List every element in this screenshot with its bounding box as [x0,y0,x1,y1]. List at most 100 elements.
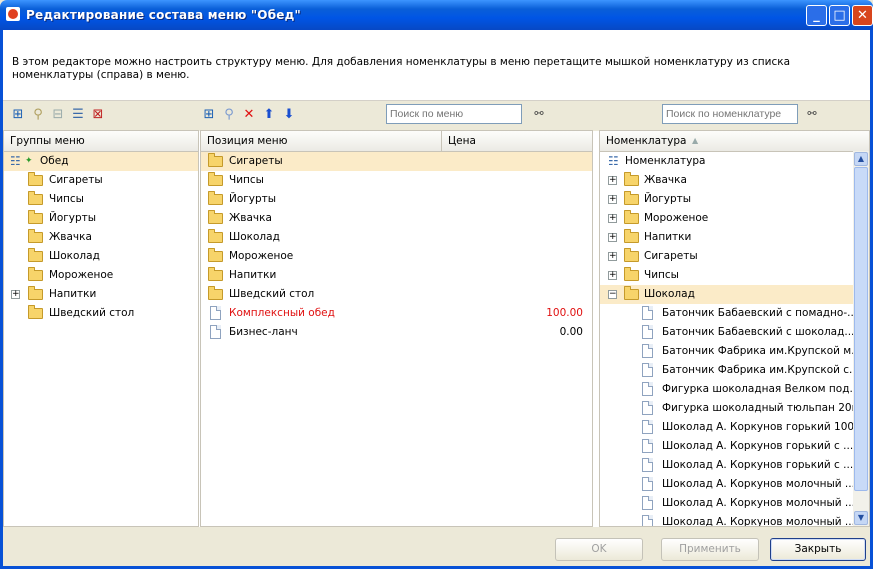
vertical-scrollbar[interactable]: ▲ ▼ [853,151,869,526]
document-icon [642,306,653,320]
group-item[interactable]: Шоколад [4,247,198,266]
folder-icon [208,248,223,262]
nomenclature-folder[interactable]: + Сигареты [600,247,869,266]
group-item[interactable]: Сигареты [4,171,198,190]
nomenclature-item[interactable]: Фигурка шоколадная Велком под... [600,380,869,399]
expand-icon[interactable]: + [608,233,617,242]
minimize-button[interactable]: _ [806,5,827,26]
find-icon[interactable]: ⚲ [30,107,46,123]
nomenclature-item[interactable]: Фигурка шоколадный тюльпан 20г [600,399,869,418]
add-icon: ✦ [25,156,33,166]
title-bar[interactable]: Редактирование состава меню "Обед" _ □ ✕ [0,0,873,30]
remove-group-icon[interactable]: ⊟ [50,107,66,123]
nomenclature-item[interactable]: Шоколад А. Коркунов молочный ... [600,513,869,526]
expand-icon[interactable]: + [608,214,617,223]
expand-icon[interactable]: + [608,195,617,204]
maximize-button[interactable]: □ [829,5,850,26]
folder-icon [28,191,43,205]
document-icon [210,306,221,320]
position-row[interactable]: Комплексный обед 100.00 [201,304,592,323]
nomenclature-item[interactable]: Шоколад А. Коркунов горький 100г [600,418,869,437]
add-position-icon[interactable]: ⊞ [201,107,217,123]
group-item[interactable]: Мороженое [4,266,198,285]
folder-icon [208,191,223,205]
position-label: Напитки [229,269,277,281]
nomenclature-folder[interactable]: + Жвачка [600,171,869,190]
folder-icon [28,267,43,281]
binoculars-icon[interactable]: ⚯ [804,106,820,122]
properties-icon[interactable]: ☰ [70,107,86,123]
menu-search-input[interactable] [386,104,522,124]
scroll-up-arrow-icon[interactable]: ▲ [854,152,868,166]
collapse-icon[interactable]: − [608,290,617,299]
position-price: 0.00 [559,326,583,338]
close-window-button[interactable]: ✕ [852,5,873,26]
document-icon [642,325,653,339]
apply-button[interactable]: Применить [661,538,759,561]
position-label: Чипсы [229,174,264,186]
group-item[interactable]: Чипсы [4,190,198,209]
position-row[interactable]: Чипсы [201,171,592,190]
position-row[interactable]: Шведский стол [201,285,592,304]
ok-button[interactable]: OK [555,538,643,561]
folder-icon [624,229,639,243]
group-item[interactable]: Шведский стол [4,304,198,323]
app-icon [6,7,20,21]
nomenclature-search-input[interactable] [662,104,798,124]
delete-list-icon[interactable]: ⊠ [90,107,106,123]
position-row[interactable]: Йогурты [201,190,592,209]
close-button[interactable]: Закрыть [770,538,866,561]
nomenclature-item[interactable]: Батончик Фабрика им.Крупской с... [600,361,869,380]
document-icon [642,401,653,415]
move-up-icon[interactable]: ⬆ [261,107,277,123]
binoculars-icon[interactable]: ⚯ [531,106,547,122]
nomenclature-item[interactable]: Батончик Бабаевский с шоколад... [600,323,869,342]
positions-header[interactable]: Позиция меню Цена [201,131,592,152]
group-item[interactable]: Йогурты [4,209,198,228]
nomenclature-item[interactable]: Шоколад А. Коркунов горький с ... [600,456,869,475]
scroll-down-arrow-icon[interactable]: ▼ [854,511,868,525]
expand-icon[interactable]: + [608,271,617,280]
expand-icon[interactable]: + [608,252,617,261]
scroll-thumb[interactable] [854,167,868,491]
position-row[interactable]: Мороженое [201,247,592,266]
nomenclature-folder[interactable]: + Йогурты [600,190,869,209]
position-row[interactable]: Напитки [201,266,592,285]
folder-icon [208,267,223,281]
position-row[interactable]: Жвачка [201,209,592,228]
nomenclature-item[interactable]: Батончик Фабрика им.Крупской м... [600,342,869,361]
window-title: Редактирование состава меню "Обед" [26,8,301,22]
position-label: Шведский стол [229,288,315,300]
group-item[interactable]: + Напитки [4,285,198,304]
position-row[interactable]: Сигареты [201,152,592,171]
nomenclature-item[interactable]: Батончик Бабаевский с помадно-... [600,304,869,323]
nomenclature-item[interactable]: Шоколад А. Коркунов горький с ... [600,437,869,456]
folder-icon [208,153,223,167]
document-icon [642,363,653,377]
find-icon[interactable]: ⚲ [221,107,237,123]
nomenclature-folder[interactable]: + Напитки [600,228,869,247]
group-root[interactable]: ☷ ✦ Обед [4,152,198,171]
nomenclature-folder[interactable]: − Шоколад [600,285,869,304]
nomenclature-root[interactable]: ☷ Номенклатура [600,152,869,171]
groups-panel: Группы меню ☷ ✦ Обед Сигареты Чипсы Йогурт… [3,130,199,527]
folder-icon [208,229,223,243]
nomenclature-folder[interactable]: + Чипсы [600,266,869,285]
nomenclature-header[interactable]: Номенклатура ▲ [600,131,869,152]
group-item[interactable]: Жвачка [4,228,198,247]
price-column-header[interactable]: Цена [441,131,476,151]
expand-icon[interactable]: + [11,290,20,299]
move-down-icon[interactable]: ⬇ [281,107,297,123]
position-row[interactable]: Шоколад [201,228,592,247]
expand-icon[interactable]: + [608,176,617,185]
nomenclature-folder[interactable]: + Мороженое [600,209,869,228]
position-column-header[interactable]: Позиция меню [207,135,287,147]
document-icon [642,477,653,491]
groups-header[interactable]: Группы меню [4,131,198,152]
position-row[interactable]: Бизнес-ланч 0.00 [201,323,592,342]
nomenclature-item[interactable]: Шоколад А. Коркунов молочный ... [600,475,869,494]
nomenclature-item[interactable]: Шоколад А. Коркунов молочный ... [600,494,869,513]
delete-icon[interactable]: ✕ [241,107,257,123]
document-icon [642,515,653,526]
add-group-icon[interactable]: ⊞ [10,107,26,123]
